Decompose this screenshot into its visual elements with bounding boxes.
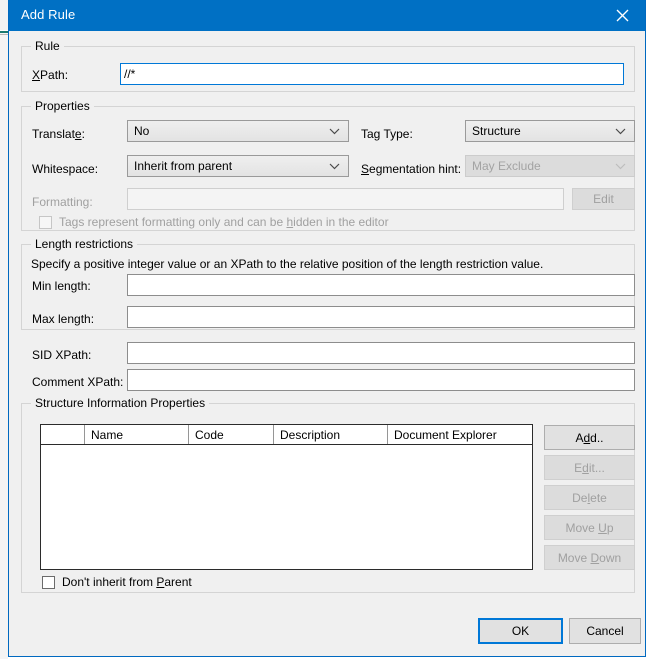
translate-label: Translate: (32, 127, 85, 141)
whitespace-dropdown-value: Inherit from parent (134, 159, 233, 173)
dialog-titlebar: Add Rule (9, 0, 645, 31)
chevron-down-icon (615, 124, 626, 138)
xpath-label-text: Path: (40, 68, 69, 82)
chevron-down-icon (615, 159, 626, 173)
dont-inherit-label-pre: Don't inherit from (62, 575, 157, 589)
delete-button-label: Delete (572, 490, 607, 505)
background-window-divider (0, 34, 8, 35)
segmentation-hint-label: Segmentation hint: (361, 162, 461, 176)
tag-type-label: Tag Type: (361, 127, 413, 141)
formatting-input (127, 188, 564, 210)
ok-button-label: OK (511, 624, 530, 638)
add-rule-dialog: Add Rule Rule XPath: Properties Translat… (8, 0, 646, 657)
sid-xpath-label: SID XPath: (32, 348, 92, 362)
table-column-header-name[interactable]: Name (85, 425, 189, 444)
formatting-only-checkbox (39, 215, 52, 229)
move-down-button: Move Down (544, 545, 635, 570)
formatting-only-label-post: idden in the editor (293, 215, 389, 229)
xpath-input[interactable] (120, 63, 624, 85)
delete-button: Delete (544, 485, 635, 510)
cancel-button-label: Cancel (586, 624, 624, 638)
translate-label-post: : (81, 127, 85, 141)
segmentation-label-post: egmentation hint: (369, 162, 462, 176)
comment-xpath-input[interactable] (127, 369, 635, 391)
dont-inherit-checkbox-row[interactable]: Don't inherit from Parent (42, 575, 192, 589)
table-column-header-select[interactable] (41, 425, 85, 444)
formatting-label: Formatting: (32, 195, 93, 209)
chevron-down-icon (329, 124, 340, 138)
edit-button: Edit... (544, 455, 635, 480)
table-column-header-code[interactable]: Code (189, 425, 274, 444)
edit-button-label: Edit... (574, 460, 605, 475)
translate-dropdown-value: No (134, 124, 150, 138)
table-column-header-document-explorer[interactable]: Document Explorer (388, 425, 532, 444)
translate-dropdown[interactable]: No (127, 120, 349, 142)
tag-type-dropdown-value: Structure (472, 124, 521, 138)
min-length-input[interactable] (127, 274, 635, 296)
move-down-button-label: Move Down (557, 550, 622, 565)
formatting-only-label-pre: Tags represent formatting only and can b… (59, 215, 287, 229)
properties-group-label: Properties (31, 99, 94, 113)
dont-inherit-label-post: arent (164, 575, 192, 589)
structure-information-group-label: Structure Information Properties (31, 396, 210, 410)
dont-inherit-checkbox-label: Don't inherit from Parent (62, 575, 192, 589)
background-window-strip (0, 0, 8, 30)
formatting-edit-button-label: Edit (593, 192, 614, 206)
xpath-label: XPath: (32, 68, 68, 82)
comment-xpath-label: Comment XPath: (32, 375, 124, 389)
whitespace-dropdown[interactable]: Inherit from parent (127, 155, 349, 177)
ok-button[interactable]: OK (478, 618, 563, 644)
max-length-label: Max length: (32, 312, 95, 326)
length-restrictions-group-label: Length restrictions (31, 237, 138, 251)
whitespace-label: Whitespace: (32, 162, 99, 176)
close-icon[interactable] (599, 0, 645, 31)
segmentation-label-accel: S (361, 162, 370, 176)
dont-inherit-checkbox[interactable] (42, 575, 55, 589)
table-column-header-description[interactable]: Description (274, 425, 388, 444)
xpath-label-accel: X (32, 68, 41, 82)
max-length-input[interactable] (127, 306, 635, 328)
dialog-title: Add Rule (21, 7, 76, 22)
move-up-button-label: Move Up (565, 520, 614, 535)
rule-group-label: Rule (31, 39, 64, 53)
formatting-only-checkbox-label: Tags represent formatting only and can b… (59, 215, 389, 229)
length-restrictions-description: Specify a positive integer value or an X… (31, 257, 544, 271)
chevron-down-icon (329, 159, 340, 173)
segmentation-hint-dropdown: May Exclude (465, 155, 635, 177)
background-window-body (0, 33, 8, 659)
table-header-row: Name Code Description Document Explorer (41, 425, 532, 445)
formatting-edit-button: Edit (572, 188, 635, 210)
formatting-only-checkbox-row: Tags represent formatting only and can b… (39, 215, 389, 229)
translate-label-accel: e (74, 127, 82, 141)
min-length-label: Min length: (32, 279, 91, 293)
translate-label-pre: Translat (32, 127, 75, 141)
sid-xpath-input[interactable] (127, 342, 635, 364)
tag-type-dropdown[interactable]: Structure (465, 120, 635, 142)
segmentation-hint-value: May Exclude (472, 159, 541, 173)
move-up-button: Move Up (544, 515, 635, 540)
table-body[interactable] (41, 445, 532, 569)
cancel-button[interactable]: Cancel (569, 618, 641, 644)
add-button[interactable]: Add.. (544, 425, 635, 450)
structure-properties-table[interactable]: Name Code Description Document Explorer (40, 424, 533, 570)
add-button-label: Add.. (575, 430, 604, 445)
